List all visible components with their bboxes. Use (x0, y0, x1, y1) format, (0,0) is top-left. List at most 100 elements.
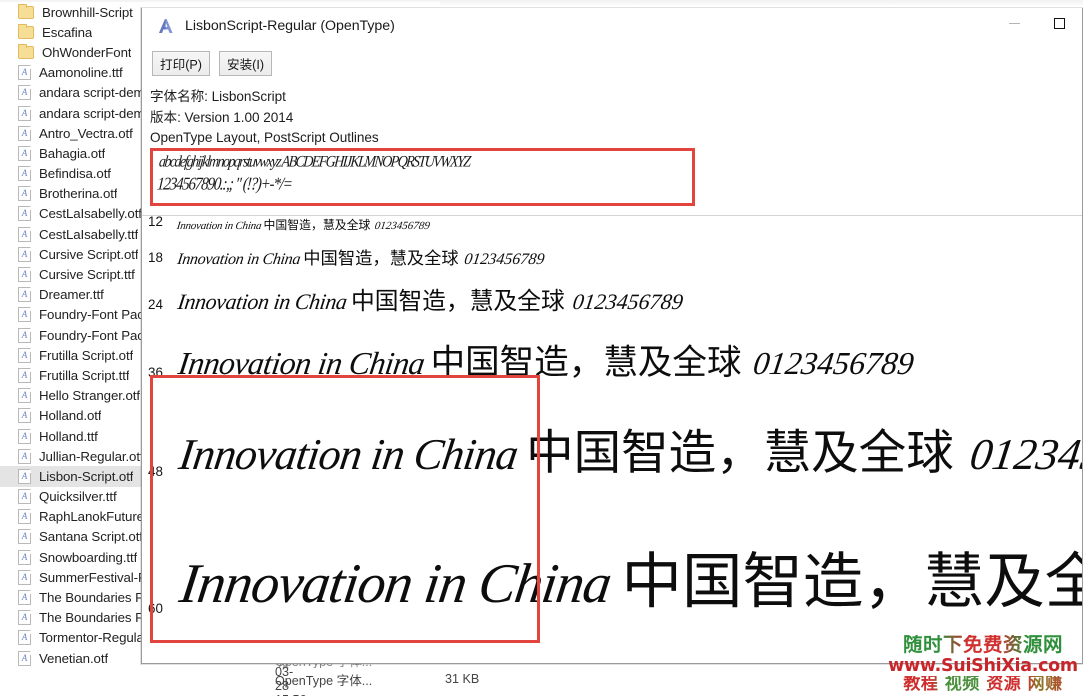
font-file-icon (18, 570, 31, 585)
file-name-label: Snowboarding.ttf (39, 550, 137, 565)
sample-cjk-text: 中国智造，慧及全球 (431, 334, 742, 384)
file-size-cell: 31 KB (445, 672, 545, 686)
font-file-icon (18, 287, 31, 302)
file-name-label: Holland.otf (39, 408, 101, 423)
watermark-line-2: www.SuiShiXia.com (885, 657, 1081, 675)
font-file-icon (18, 550, 31, 565)
font-preview-icon (156, 17, 176, 35)
font-file-icon (18, 166, 31, 181)
sample-digits-text: 0123456789 (463, 251, 546, 269)
sample-size-list: 12Innovation in China中国智造，慧及全球0123456789… (142, 216, 1083, 664)
file-name-label: Befindisa.otf (39, 166, 111, 181)
font-viewer-window: LisbonScript-Regular (OpenType) 打印(P) 安装… (141, 8, 1083, 664)
file-name-label: Brownhill-Script (42, 5, 133, 20)
viewer-title: LisbonScript-Regular (OpenType) (185, 18, 395, 34)
font-file-icon (18, 106, 31, 121)
maximize-button[interactable] (1037, 8, 1082, 38)
file-name-label: Frutilla Script.ttf (39, 368, 129, 383)
font-file-icon (18, 247, 31, 262)
sample-digits-text: 0123456789 (967, 429, 1083, 480)
maximize-icon (1054, 18, 1065, 29)
sample-latin-text: Innovation in China (176, 552, 615, 616)
font-file-icon (18, 610, 31, 625)
font-file-icon (18, 630, 31, 645)
file-name-label: OhWonderFont (42, 45, 131, 60)
sample-latin-text: Innovation in China (176, 345, 427, 382)
sample-row-18: 18Innovation in China中国智造，慧及全球 0123456789 (142, 244, 1083, 269)
font-file-icon (18, 590, 31, 605)
sample-size-label: 24 (142, 297, 176, 312)
font-file-icon (18, 85, 31, 100)
file-name-label: CestLaIsabelly.ttf (39, 227, 138, 242)
sample-cjk-text: 中国智造，慧及全球 (526, 414, 954, 483)
sample-text: Innovation in China中国智造，慧及全球0123456789 (176, 281, 681, 316)
sample-row-48: 48Innovation in China中国智造，慧及全球 0123456789 (142, 414, 1083, 483)
minimize-icon (1009, 23, 1020, 24)
font-file-icon (18, 469, 31, 484)
minimize-button[interactable] (992, 8, 1037, 38)
file-name-label: Cursive Script.ttf (39, 267, 135, 282)
file-name-label: Cursive Script.otf (39, 247, 138, 262)
font-file-icon (18, 206, 31, 221)
file-name-label: Brotherina.otf (39, 186, 117, 201)
sample-digits-text: 0123456789 (751, 345, 916, 382)
font-file-icon (18, 328, 31, 343)
print-button[interactable]: 打印(P) (152, 51, 210, 76)
folder-icon (18, 46, 34, 59)
folder-icon (18, 26, 34, 39)
charset-line-2: 1234567890.:,; " (!?)+-*/= (156, 175, 292, 195)
charset-line-1: abcdefghijklmnopqrstuvwxyz ABCDEFGHIJKLM… (158, 154, 470, 172)
sample-text: Innovation in China中国智造，慧及全球0123456789 (176, 216, 429, 233)
sample-latin-text: Innovation in China (176, 429, 521, 480)
file-name-label: Dreamer.ttf (39, 287, 104, 302)
sample-size-label: 12 (142, 216, 176, 229)
font-file-icon (18, 388, 31, 403)
sample-size-label: 36 (142, 365, 176, 380)
file-name-label: Santana Script.otf (39, 529, 143, 544)
sample-cjk-text: 中国智造，慧及全球 (303, 244, 458, 269)
file-name-label: Quicksilver.ttf (39, 489, 117, 504)
sample-text: Innovation in China中国智造，慧及全球 0123456789 (176, 414, 1083, 483)
font-file-icon (18, 529, 31, 544)
site-watermark: 随时下免费资源网 www.SuiShiXia.com 教程 视频 资源 网赚 (885, 635, 1081, 694)
file-name-label: Antro_Vectra.otf (39, 126, 133, 141)
watermark-line-1: 随时下免费资源网 (885, 635, 1081, 655)
font-file-icon (18, 65, 31, 80)
file-name-label: Escafina (42, 25, 92, 40)
watermark-line-3: 教程 视频 资源 网赚 (885, 676, 1081, 694)
sample-cjk-text: 中国智造，慧及全球 (622, 533, 1083, 620)
screen-root: Brownhill-Script Escafina OhWonderFont Aamo… (0, 0, 1083, 696)
sample-latin-text: Innovation in China (176, 289, 349, 315)
sample-digits-text: 0123456789 (571, 289, 685, 315)
install-button[interactable]: 安装(I) (219, 51, 272, 76)
viewer-titlebar: LisbonScript-Regular (OpenType) (142, 8, 1082, 44)
font-metadata: 字体名称: LisbonScript 版本: Version 1.00 2014… (142, 82, 1082, 153)
file-name-label: Hello Stranger.otf (39, 388, 140, 403)
font-version-line: 版本: Version 1.00 2014 (150, 108, 1082, 129)
font-file-icon (18, 186, 31, 201)
font-file-icon (18, 408, 31, 423)
file-name-label: Bahagia.otf (39, 146, 105, 161)
font-file-icon (18, 489, 31, 504)
window-controls (992, 8, 1082, 44)
sample-text: Innovation in China中国智造，慧及全球 0123456789 (176, 244, 543, 269)
sample-size-label: 18 (142, 250, 176, 265)
file-name-label: Lisbon-Script.otf (39, 469, 133, 484)
sample-text: Innovation in China中国智造，慧及全球0123456789 (176, 334, 911, 384)
sample-row-12: 12Innovation in China中国智造，慧及全球0123456789 (142, 216, 1083, 233)
sample-latin-text: Innovation in China (176, 251, 301, 269)
font-file-icon (18, 267, 31, 282)
file-name-label: Aamonoline.ttf (39, 65, 123, 80)
sample-cjk-text: 中国智造，慧及全球 (264, 216, 371, 233)
sample-cjk-text: 中国智造，慧及全球 (351, 281, 565, 316)
file-type-cell: OpenType 字体... (275, 670, 445, 689)
sample-row-36: 36Innovation in China中国智造，慧及全球0123456789 (142, 334, 1083, 384)
font-name-line: 字体名称: LisbonScript (150, 87, 1082, 108)
font-file-icon (18, 307, 31, 322)
font-file-icon (18, 429, 31, 444)
font-file-icon (18, 449, 31, 464)
font-file-icon (18, 146, 31, 161)
sample-row-24: 24Innovation in China中国智造，慧及全球0123456789 (142, 281, 1083, 316)
font-tech-line: OpenType Layout, PostScript Outlines (150, 128, 1082, 149)
sample-size-label: 48 (142, 464, 176, 479)
